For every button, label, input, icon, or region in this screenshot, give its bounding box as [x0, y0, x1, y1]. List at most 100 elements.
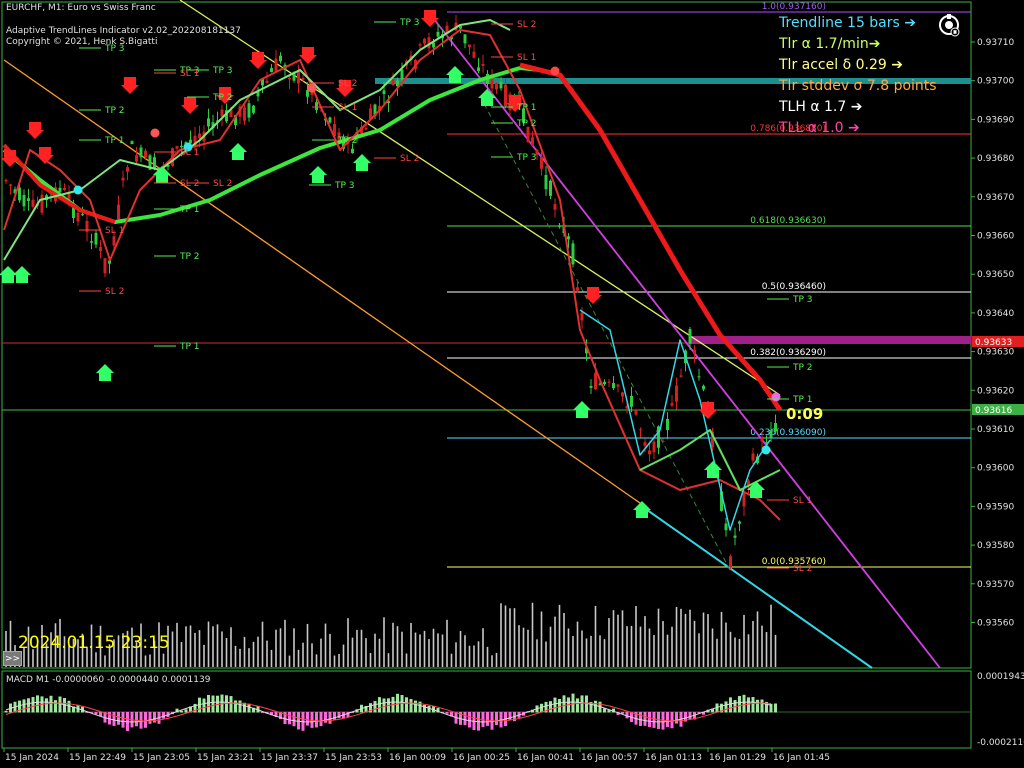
candle-body	[189, 139, 192, 144]
candle-body	[247, 103, 251, 118]
price-tick-label: 0.93560	[977, 619, 1014, 629]
candle-body	[549, 180, 552, 196]
candle-body	[571, 243, 575, 265]
candle-body	[724, 523, 728, 531]
time-tick-label: 15 Jan 23:21	[197, 753, 254, 763]
candle-body	[666, 418, 669, 431]
macd-bar	[396, 693, 399, 713]
timestamp-overlay: 2024.01.15 23:15	[18, 633, 170, 653]
macd-bar	[180, 710, 183, 713]
candle-body	[139, 147, 143, 158]
buy-arrow-icon	[573, 401, 591, 418]
candle-body	[499, 81, 503, 89]
candle-body	[76, 212, 80, 222]
current-price-red-label: 0.93633	[975, 338, 1012, 348]
time-tick-label: 15 Jan 23:53	[325, 753, 382, 763]
macd-bar	[468, 712, 471, 728]
scroll-to-end-button[interactable]: >>	[3, 651, 22, 666]
candle-body	[63, 187, 66, 190]
candle-body	[616, 384, 620, 387]
candle-body	[463, 34, 467, 44]
candle-body	[558, 225, 561, 227]
target-label: TP 1	[792, 395, 813, 405]
candle-body	[481, 63, 485, 66]
time-tick-label: 15 Jan 23:05	[133, 753, 190, 763]
time-tick-label: 16 Jan 00:41	[517, 753, 574, 763]
target-label: TP 3	[334, 181, 355, 191]
sell-arrow-icon	[121, 77, 139, 94]
time-tick-label: 16 Jan 01:13	[645, 753, 702, 763]
candle-body	[648, 450, 651, 455]
candle-body	[504, 84, 507, 107]
macd-bar	[67, 700, 71, 713]
info-trendline: Trendline 15 bars ➔	[779, 15, 916, 31]
macd-bar	[648, 712, 651, 728]
macd-bar	[238, 700, 242, 713]
indicator-info-panel: Trendline 15 bars ➔ Tlr α 1.7/min➔ Tlr a…	[779, 13, 937, 139]
macd-bar	[562, 695, 566, 713]
target-label: TP 3	[516, 153, 537, 163]
candle-body	[688, 329, 692, 344]
signal-dot	[307, 83, 317, 93]
candle-body	[207, 118, 210, 127]
target-label: SL 1	[793, 496, 812, 506]
macd-bar	[724, 701, 728, 713]
moving-averages	[2, 19, 783, 531]
candle-body	[117, 204, 120, 220]
sell-arrow-icon	[249, 52, 267, 69]
candle-body	[297, 70, 300, 84]
candle-body	[702, 385, 705, 390]
candle-body	[760, 438, 764, 442]
target-label: TP 2	[212, 93, 233, 103]
candle-body	[243, 107, 246, 121]
time-tick-label: 16 Jan 00:25	[453, 753, 510, 763]
candle-body	[220, 109, 224, 117]
candle-body	[265, 80, 269, 83]
candle-body	[697, 376, 701, 378]
candle-body	[670, 403, 674, 406]
time-tick-label: 15 Jan 22:49	[69, 753, 126, 763]
candle-body	[468, 44, 471, 47]
chart-window[interactable]: 1.0(0.937160) 0.786(0.936880) 0.618(0.9366…	[0, 0, 1024, 768]
sell-arrow-icon	[181, 97, 199, 114]
candle-body	[270, 68, 273, 73]
macd-bar	[553, 697, 557, 713]
sell-arrow-icon	[1, 150, 19, 167]
macd-bar	[549, 701, 552, 713]
target-label: SL 1	[105, 226, 124, 236]
target-label: SL 2	[105, 287, 124, 297]
macd-bar	[292, 712, 296, 727]
macd-bar	[666, 712, 669, 727]
candle-body	[99, 247, 102, 251]
price-tick-label: 0.93570	[977, 580, 1014, 590]
candle-body	[607, 381, 611, 383]
cyan-trendline	[639, 504, 873, 669]
candle-body	[130, 141, 134, 145]
candle-body	[679, 375, 683, 377]
macd-bar	[463, 712, 467, 726]
candle-body	[252, 105, 255, 113]
current-price-green-label: 0.93616	[975, 406, 1012, 416]
macd-bar	[657, 712, 660, 729]
buy-arrow-icon	[13, 266, 31, 283]
candle-body	[40, 194, 44, 213]
candle-body	[58, 187, 62, 193]
signal-dot	[73, 185, 83, 195]
macd-bar	[319, 712, 323, 727]
price-tick-label: 0.93700	[977, 77, 1014, 87]
macd-bar	[306, 712, 309, 726]
macd-bar	[643, 712, 647, 726]
candle-body	[774, 423, 777, 432]
macd-bar	[373, 701, 377, 713]
bar-countdown: 0:09	[786, 405, 824, 423]
macd-bar	[31, 696, 35, 713]
macd-bar	[594, 700, 597, 713]
time-tick-label: 16 Jan 00:09	[389, 753, 446, 763]
candle-body	[652, 441, 656, 453]
buy-arrow-icon	[633, 501, 651, 518]
target-label: TP 2	[104, 106, 125, 116]
candle-body	[531, 137, 534, 145]
candle-body	[436, 31, 440, 37]
candle-body	[526, 126, 530, 143]
macd-bar	[409, 698, 413, 713]
